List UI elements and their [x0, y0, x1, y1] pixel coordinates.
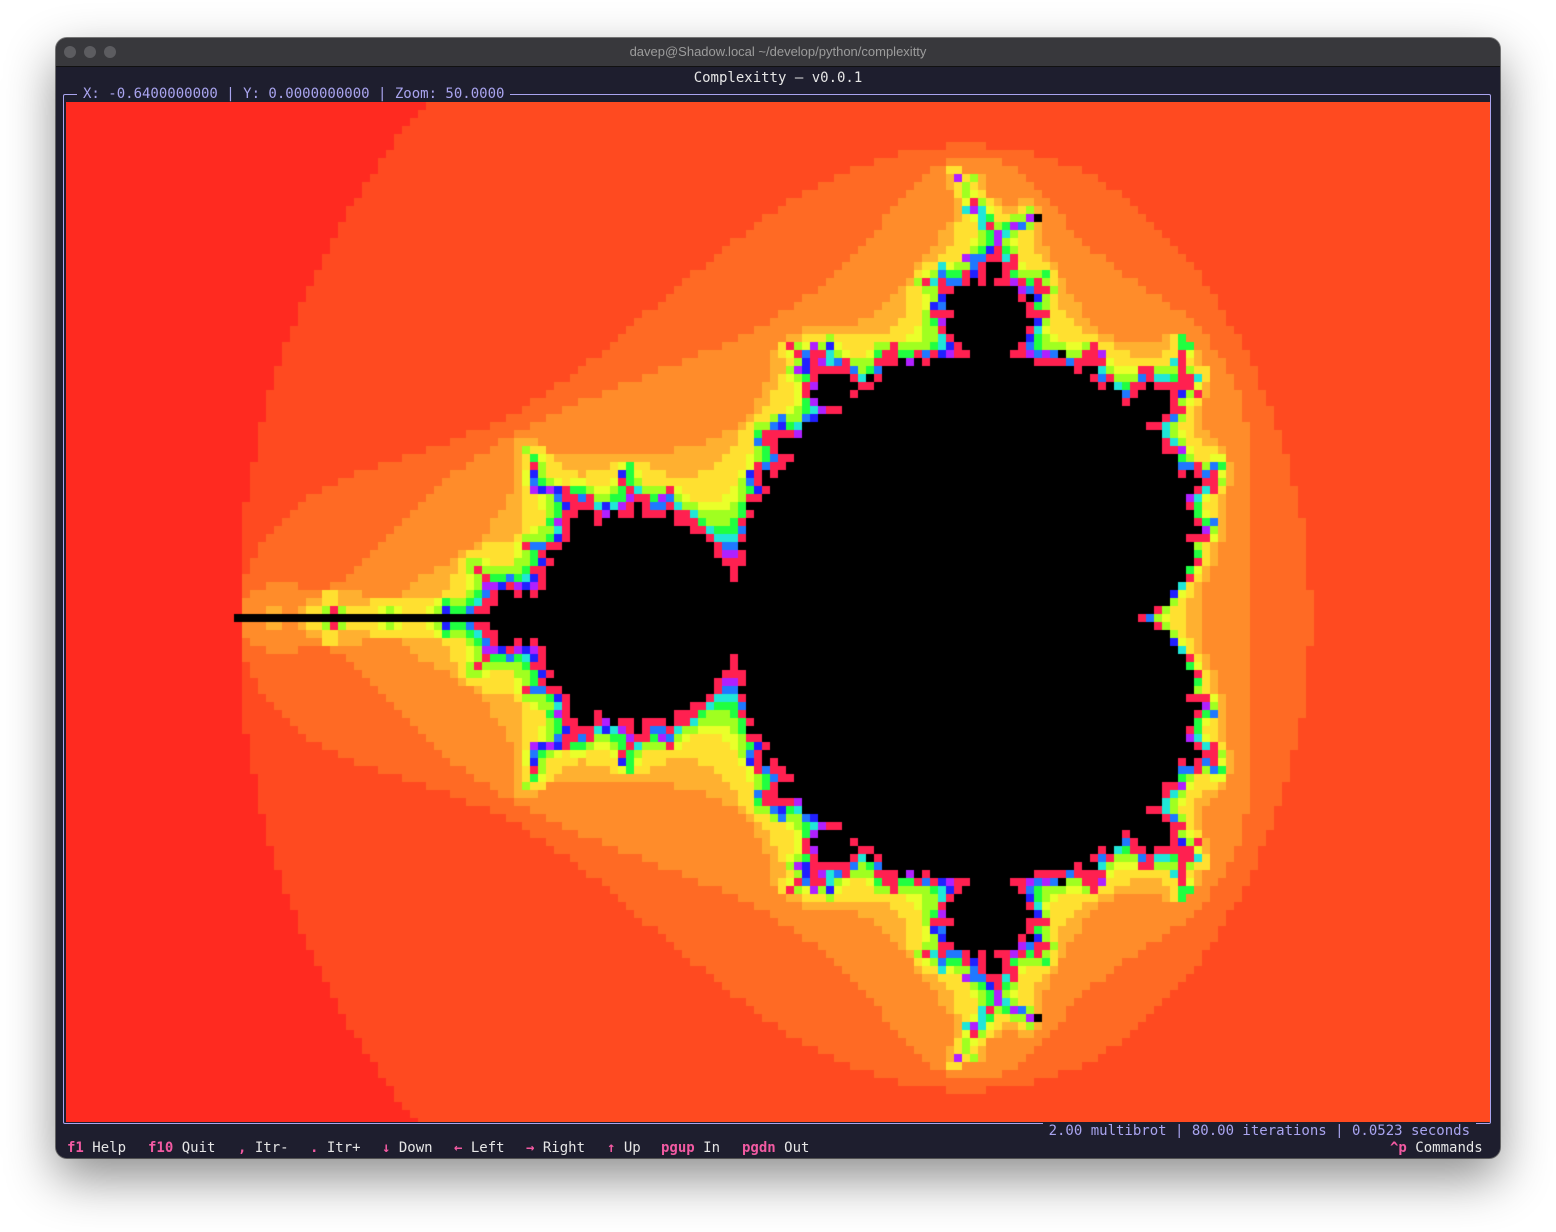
footer-commands[interactable]: ^p Commands [1390, 1138, 1483, 1158]
footer-help[interactable]: f1 Help [67, 1138, 126, 1158]
label-in: In [703, 1140, 721, 1156]
footer-iterations-down[interactable]: , Itr- [238, 1138, 289, 1158]
arrow-right-icon: → [526, 1140, 535, 1156]
label-down: Down [398, 1140, 433, 1156]
footer-iterations-up[interactable]: . Itr+ [310, 1138, 361, 1158]
footer-zoom-out[interactable]: pgdn Out [742, 1138, 809, 1158]
footer-zoom-in[interactable]: pgup In [661, 1138, 720, 1158]
key-f10: f10 [148, 1140, 174, 1156]
footer-move-down[interactable]: ↓ Down [382, 1138, 433, 1158]
label-itr-minus: Itr- [254, 1140, 289, 1156]
arrow-down-icon: ↓ [382, 1140, 391, 1156]
label-itr-plus: Itr+ [326, 1140, 361, 1156]
label-out: Out [784, 1140, 810, 1156]
label-up: Up [623, 1140, 641, 1156]
label-quit: Quit [181, 1140, 216, 1156]
label-right: Right [542, 1140, 586, 1156]
footer-key-bar: f1 Help f10 Quit , Itr- . Itr+ ↓ Down ← … [56, 1138, 1500, 1158]
footer-move-up[interactable]: ↑ Up [607, 1138, 641, 1158]
window-titlebar[interactable]: davep@Shadow.local ~/develop/python/comp… [56, 38, 1500, 67]
label-commands: Commands [1415, 1140, 1483, 1156]
key-ctrl-p: ^p [1390, 1140, 1407, 1156]
label-left: Left [470, 1140, 505, 1156]
key-comma: , [238, 1140, 247, 1156]
key-f1: f1 [67, 1140, 84, 1156]
footer-move-left[interactable]: ← Left [454, 1138, 505, 1158]
key-pgdn: pgdn [742, 1140, 776, 1156]
mandelbrot-canvas[interactable] [66, 102, 1490, 1122]
terminal-window: davep@Shadow.local ~/develop/python/comp… [56, 38, 1500, 1158]
footer-move-right[interactable]: → Right [526, 1138, 585, 1158]
footer-quit[interactable]: f10 Quit [148, 1138, 215, 1158]
coordinates-readout: X: -0.6400000000 | Y: 0.0000000000 | Zoo… [77, 85, 511, 103]
arrow-left-icon: ← [454, 1140, 463, 1156]
arrow-up-icon: ↑ [607, 1140, 616, 1156]
key-pgup: pgup [661, 1140, 695, 1156]
window-title: davep@Shadow.local ~/develop/python/comp… [629, 44, 927, 59]
key-period: . [310, 1140, 319, 1156]
label-help: Help [92, 1140, 127, 1156]
fractal-view[interactable] [66, 102, 1490, 1122]
